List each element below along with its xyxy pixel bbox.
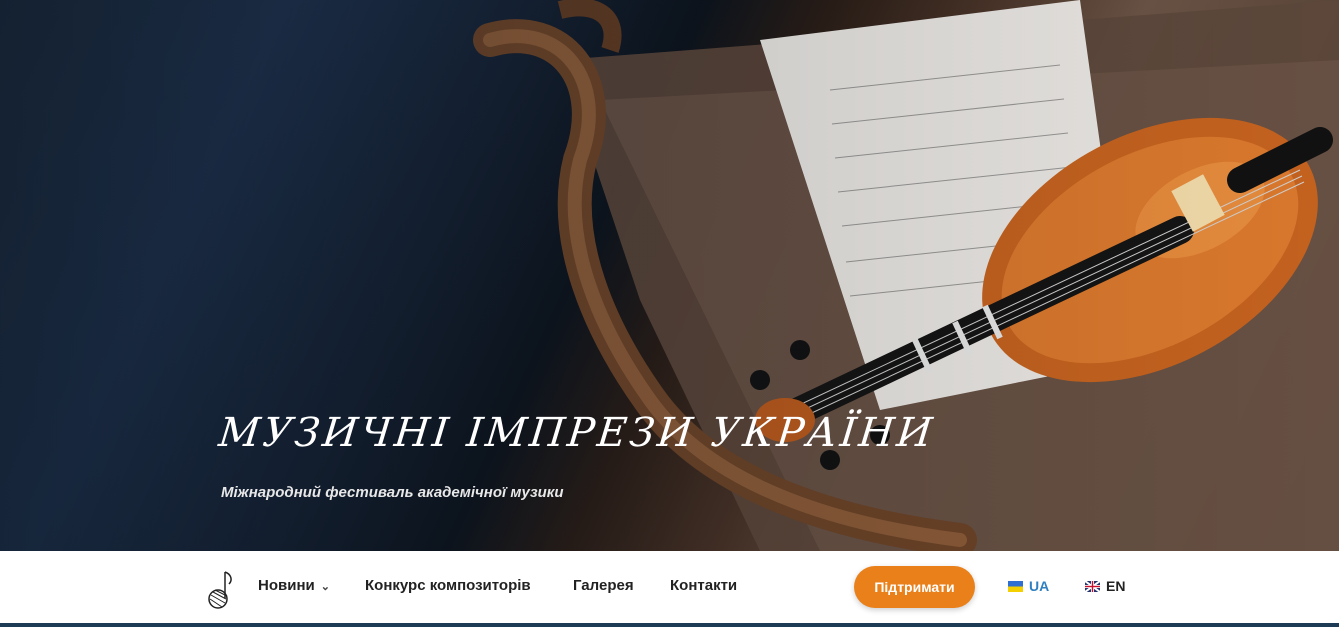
hero-subtitle: Міжнародний фестиваль академічної музики	[221, 484, 564, 501]
nav-item-gallery[interactable]: Галерея	[573, 577, 634, 594]
bottom-strip	[0, 623, 1339, 627]
language-ua-label: UA	[1029, 578, 1050, 594]
support-button[interactable]: Підтримати	[854, 566, 975, 608]
hero-title: МУЗИЧНІ ІМПРЕЗИ УКРАЇНИ	[216, 410, 938, 456]
chevron-down-icon: ⌄	[320, 581, 330, 593]
language-en-label: EN	[1106, 578, 1126, 594]
site-logo[interactable]	[207, 568, 233, 610]
nav-item-news-label: Новини	[258, 577, 315, 594]
ukraine-flag-icon	[1008, 580, 1023, 592]
uk-flag-icon	[1085, 580, 1100, 592]
hero-photo-violin	[0, 0, 1339, 551]
hero-banner: МУЗИЧНІ ІМПРЕЗИ УКРАЇНИ Міжнародний фест…	[0, 0, 1339, 551]
nav-item-contacts[interactable]: Контакти	[670, 577, 737, 594]
nav-item-composers-contest[interactable]: Конкурс композиторів	[365, 577, 531, 594]
language-en[interactable]: EN	[1085, 578, 1125, 594]
nav-item-news[interactable]: Новини ⌄	[258, 577, 330, 594]
language-ua[interactable]: UA	[1008, 578, 1049, 594]
music-note-logo-icon	[208, 571, 232, 609]
